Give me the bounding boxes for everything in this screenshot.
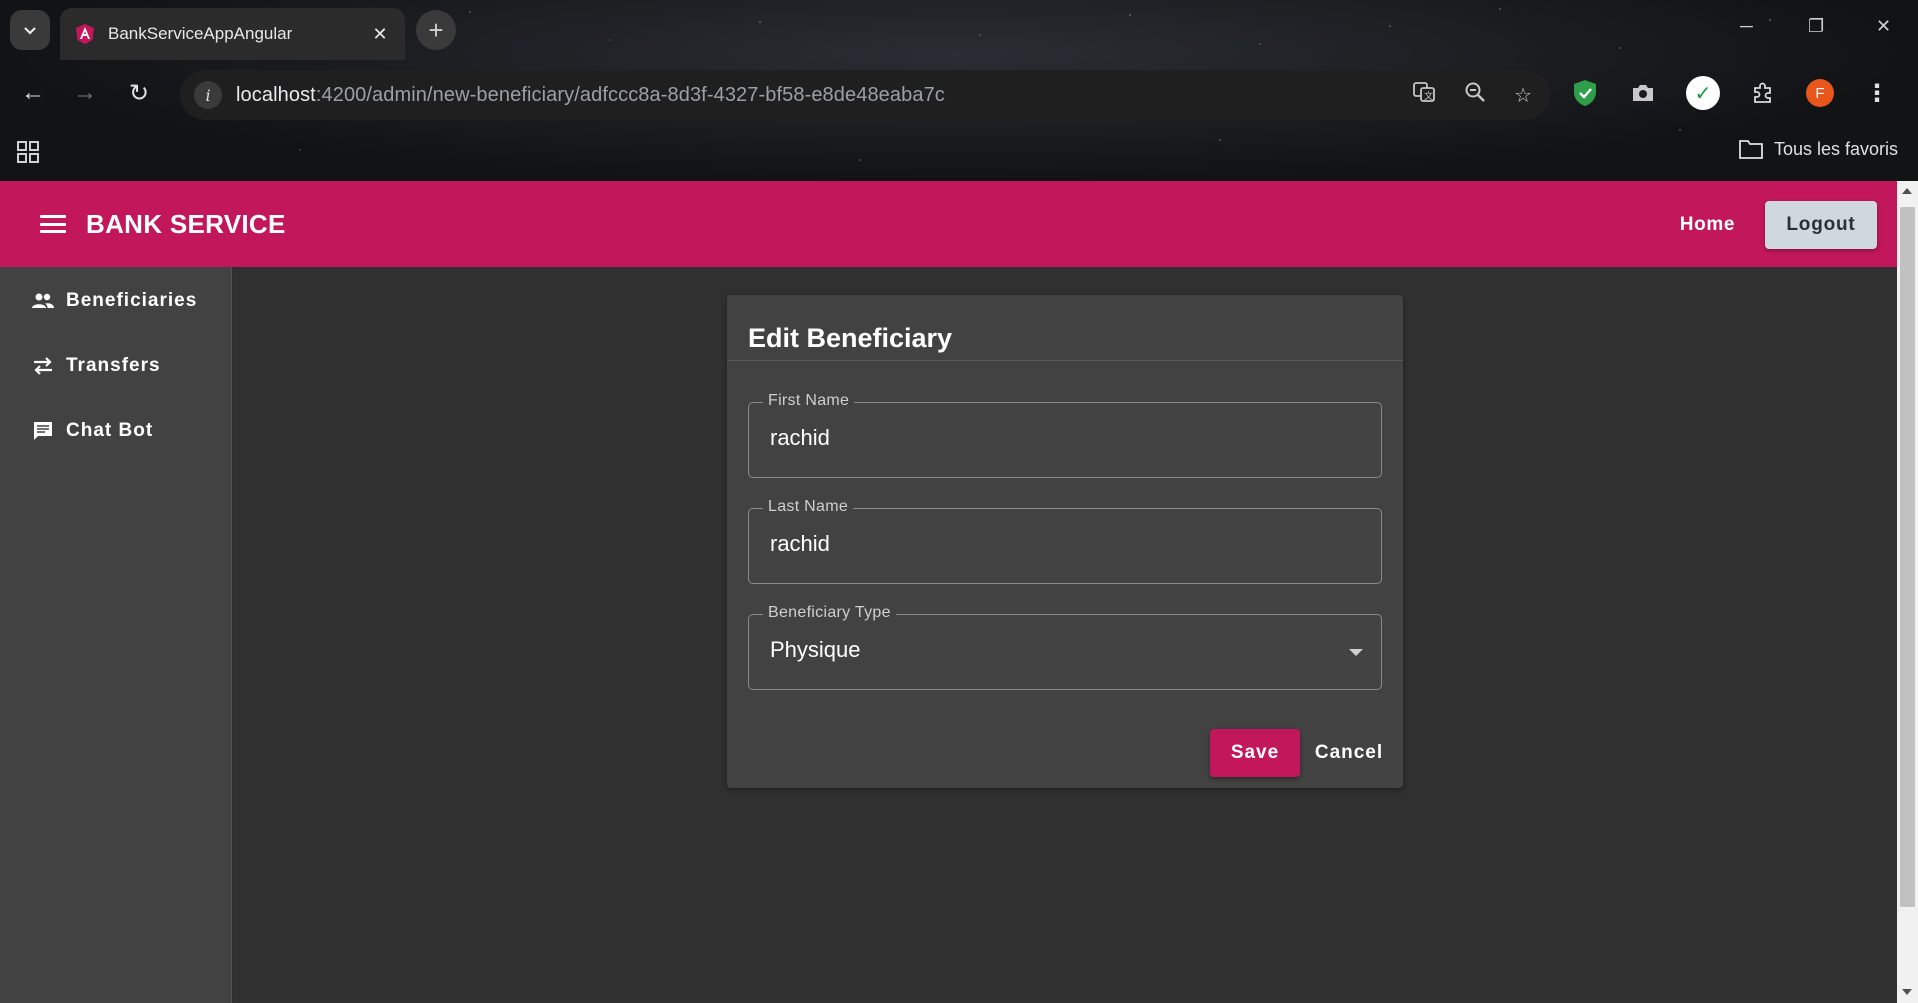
edit-beneficiary-card: Edit Beneficiary First Name rachid Last … [727, 295, 1403, 788]
beneficiary-type-select[interactable]: Beneficiary Type Physique [748, 604, 1382, 690]
last-name-field[interactable]: Last Name rachid [748, 498, 1382, 584]
sidebar-item-label: Beneficiaries [66, 290, 198, 311]
card-divider [727, 360, 1403, 361]
svg-text:文: 文 [1424, 90, 1433, 102]
home-button[interactable]: Home [1666, 204, 1749, 246]
check-extension-icon[interactable]: ✓ [1686, 76, 1720, 110]
main-content: Edit Beneficiary First Name rachid Last … [233, 267, 1897, 1003]
camera-extension-icon[interactable] [1628, 78, 1658, 108]
url-text: localhost:4200/admin/new-beneficiary/adf… [236, 83, 945, 106]
forward-icon[interactable]: → [68, 76, 102, 110]
sidebar-item-label: Transfers [66, 355, 161, 376]
new-tab-button[interactable]: + [416, 10, 456, 50]
first-name-field[interactable]: First Name rachid [748, 392, 1382, 478]
tab-strip: BankServiceAppAngular ✕ + ─ ❐ ✕ [0, 0, 1918, 60]
address-bar[interactable]: i localhost:4200/admin/new-beneficiary/a… [180, 70, 1550, 120]
scroll-down-arrow-icon[interactable] [1902, 989, 1912, 995]
beneficiary-type-value[interactable]: Physique [770, 637, 861, 663]
app-root: BANK SERVICE Home Logout Beneficiaries T… [0, 181, 1897, 1003]
translate-icon[interactable]: 文 [1412, 80, 1436, 110]
card-title: Edit Beneficiary [748, 323, 953, 353]
shield-extension-icon[interactable] [1570, 78, 1600, 108]
chevron-down-icon [24, 27, 36, 35]
bookmarks-bar: Tous les favoris [0, 126, 1918, 181]
sidenav: Beneficiaries Transfers Chat Bot [0, 267, 232, 1003]
close-window-icon[interactable]: ✕ [1876, 16, 1891, 37]
scroll-up-arrow-icon[interactable] [1902, 188, 1912, 194]
site-info-icon[interactable]: i [194, 81, 222, 109]
reload-icon[interactable]: ↻ [122, 76, 156, 110]
people-icon [30, 288, 56, 314]
sidebar-item-transfers[interactable]: Transfers [0, 336, 232, 396]
minimize-icon[interactable]: ─ [1740, 16, 1753, 37]
sidebar-item-label: Chat Bot [66, 420, 154, 441]
scrollbar-thumb[interactable] [1900, 207, 1915, 907]
first-name-label: First Name [763, 392, 855, 410]
sidebar-item-beneficiaries[interactable]: Beneficiaries [0, 271, 232, 331]
last-name-value[interactable]: rachid [770, 531, 830, 557]
all-bookmarks-folder[interactable]: Tous les favoris [1738, 138, 1898, 160]
tab-search-button[interactable] [10, 10, 50, 50]
app-brand: BANK SERVICE [86, 208, 286, 239]
profile-avatar[interactable]: F [1806, 79, 1834, 107]
back-icon[interactable]: ← [16, 76, 50, 110]
folder-icon [1739, 140, 1763, 159]
extensions-puzzle-icon[interactable] [1748, 78, 1778, 108]
zoom-icon[interactable] [1464, 81, 1486, 109]
cancel-button[interactable]: Cancel [1307, 729, 1391, 777]
swap-arrows-icon [30, 353, 56, 379]
last-name-label: Last Name [763, 498, 854, 516]
browser-tab-active[interactable]: BankServiceAppAngular ✕ [60, 8, 405, 60]
chat-icon [30, 418, 56, 444]
logout-button[interactable]: Logout [1765, 201, 1877, 249]
restore-icon[interactable]: ❐ [1808, 16, 1824, 37]
browser-menu-icon[interactable]: ⋮ [1862, 78, 1892, 108]
tab-close-icon[interactable]: ✕ [369, 24, 391, 45]
browser-chrome: BankServiceAppAngular ✕ + ─ ❐ ✕ ← → ↻ i … [0, 0, 1918, 181]
app-toolbar: BANK SERVICE Home Logout [0, 181, 1897, 267]
dropdown-arrow-icon[interactable] [1349, 649, 1363, 656]
bookmark-star-icon[interactable]: ☆ [1514, 83, 1532, 108]
save-button[interactable]: Save [1210, 729, 1300, 777]
sidebar-item-chat-bot[interactable]: Chat Bot [0, 401, 232, 461]
apps-grid-icon[interactable] [16, 140, 40, 164]
tab-title: BankServiceAppAngular [108, 24, 293, 43]
menu-icon[interactable] [38, 212, 68, 236]
angular-logo-icon [76, 24, 94, 44]
browser-toolbar: ← → ↻ i localhost:4200/admin/new-benefic… [0, 60, 1918, 126]
beneficiary-type-label: Beneficiary Type [763, 604, 896, 622]
first-name-value[interactable]: rachid [770, 425, 830, 451]
bookmarks-folder-label: Tous les favoris [1773, 138, 1898, 159]
page-scrollbar[interactable] [1897, 181, 1918, 1003]
